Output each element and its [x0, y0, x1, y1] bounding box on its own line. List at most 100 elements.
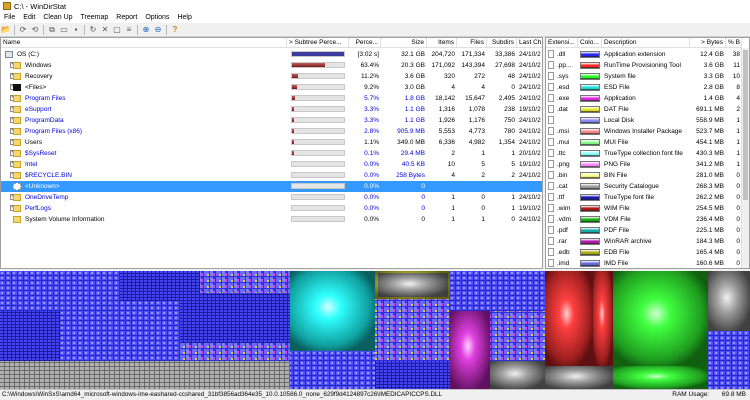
treemap-block[interactable]	[593, 271, 613, 366]
tree-col-header[interactable]: > Subtree Perce...	[287, 38, 349, 48]
extension-row[interactable]: .cat Security Catalogue 268.3 MB 0	[546, 181, 742, 192]
extension-col-header[interactable]: % B	[726, 38, 742, 48]
treemap-block-sys[interactable]	[613, 271, 708, 366]
open-icon[interactable]: 📂	[1, 25, 11, 35]
delete-recycle-icon[interactable]: ▢	[112, 25, 122, 35]
menu-treemap[interactable]: Treemap	[77, 14, 113, 21]
extension-row[interactable]: .ttf TrueType font file 262.2 MB 0	[546, 192, 742, 203]
treemap-block[interactable]	[200, 271, 290, 293]
tree-col-header[interactable]: Last Ch	[517, 38, 542, 48]
extension-row[interactable]: .rar WinRAR archive 184.3 MB 0	[546, 236, 742, 247]
tree-row[interactable]: +Users1.1%349.0 MB6,3364,9821,35424/10/2	[1, 137, 542, 148]
zoom-out-icon[interactable]: ⊖	[153, 25, 163, 35]
extension-row[interactable]: .png PNG File 341.2 MB 1	[546, 159, 742, 170]
tree-row[interactable]: +PerfLogs0.0%010119/10/2	[1, 203, 542, 214]
treemap-block-esd[interactable]	[290, 271, 375, 351]
extension-row[interactable]: Local Disk 558.9 MB 1	[546, 115, 742, 126]
treemap-block[interactable]	[180, 293, 290, 343]
delete-icon[interactable]: ✕	[100, 25, 110, 35]
treemap-block-provisioning[interactable]	[545, 271, 593, 366]
treemap-block[interactable]	[0, 361, 290, 389]
treemap-block[interactable]	[378, 273, 448, 297]
tree-row[interactable]: +Program Files5.7%1.8 GB18,14215,6472,49…	[1, 93, 542, 104]
tree-row[interactable]: +Recovery11.2%3.6 GB3202724824/10/2	[1, 71, 542, 82]
menu-help[interactable]: Help	[173, 14, 195, 21]
extension-row[interactable]: .edb EDB File 165.4 MB 0	[546, 247, 742, 258]
tree-cell-subdirs: 1	[511, 205, 515, 212]
extension-description: ESD File	[604, 84, 630, 91]
tree-col-header[interactable]: Subdirs	[487, 38, 517, 48]
extension-row[interactable]: .dat DAT File 691.1 MB 2	[546, 104, 742, 115]
extension-row[interactable]: .wim WIM File 254.5 MB 0	[546, 203, 742, 214]
tree-row[interactable]: +Program Files (x86)2.8%905.9 MB5,5534,7…	[1, 126, 542, 137]
extension-row[interactable]: .sys System file 3.3 GB 10	[546, 71, 742, 82]
properties-icon[interactable]: ≡	[124, 25, 134, 35]
help-icon[interactable]: ?	[170, 25, 180, 35]
menu-edit[interactable]: Edit	[19, 14, 39, 21]
extension-row[interactable]: .esd ESD File 2.8 GB 8	[546, 82, 742, 93]
tree-row[interactable]: <Unknown> 0.0% 0	[1, 181, 542, 192]
tree-col-header[interactable]: Files	[457, 38, 487, 48]
treemap-block[interactable]	[450, 311, 490, 389]
tree-col-header[interactable]: Size	[381, 38, 427, 48]
tree-row[interactable]: +Intel0.0%40.5 KB105519/10/2	[1, 159, 542, 170]
extension-row[interactable]: .pp... RunTime Provisioning Tool 3.6 GB 11	[546, 60, 742, 71]
copy-icon[interactable]: ⧉	[47, 25, 57, 35]
treemap-block[interactable]	[450, 271, 545, 311]
extension-row[interactable]: .exe Application 1.4 GB 4	[546, 93, 742, 104]
treemap[interactable]	[0, 271, 750, 389]
treemap-block[interactable]	[545, 366, 613, 389]
tree-col-header[interactable]: Perce...	[349, 38, 381, 48]
tree-row[interactable]: +eSupport3.3%1.1 GB1,3161,07823819/10/2	[1, 104, 542, 115]
refresh-selected-icon[interactable]: ↻	[88, 25, 98, 35]
treemap-block[interactable]	[708, 271, 750, 331]
extension-row[interactable]: .dll Application extension 12.4 GB 38	[546, 49, 742, 60]
tree-row[interactable]: +$SysReset0.1%29.4 MB21120/10/2	[1, 148, 542, 159]
extension-row[interactable]: .msi Windows Installer Package 523.7 MB 1	[546, 126, 742, 137]
extension-row[interactable]: .vdm VDM File 236.4 MB 0	[546, 214, 742, 225]
tree-row[interactable]: +ProgramData3.3%1.1 GB1,9261,17675024/10…	[1, 115, 542, 126]
menu-options[interactable]: Options	[141, 14, 173, 21]
subtree-bar	[291, 73, 345, 79]
command-prompt-icon[interactable]: ▪	[71, 25, 81, 35]
refresh-icon[interactable]: ⟳	[18, 25, 28, 35]
explorer-icon[interactable]: ▭	[59, 25, 69, 35]
tree-row[interactable]: OS (C:) [3:02 s] 32.1 GB 204,720 171,334 33,3…	[1, 49, 542, 60]
tree-row[interactable]: System Volume Information 0.0% 0 1 1 0 24/10/2	[1, 214, 542, 225]
treemap-block[interactable]	[490, 361, 545, 389]
treemap-block[interactable]	[0, 311, 60, 361]
extension-row[interactable]: .pdf PDF File 225.1 MB 0	[546, 225, 742, 236]
extension-row[interactable]: .bin BIN File 281.0 MB 0	[546, 170, 742, 181]
tree-row[interactable]: +OneDriveTemp0.0%010124/10/2	[1, 192, 542, 203]
extension-scrollbar[interactable]	[741, 48, 749, 268]
treemap-block[interactable]	[708, 331, 750, 389]
treemap-block[interactable]	[290, 351, 375, 389]
extension-col-header[interactable]: Colo...	[578, 38, 602, 48]
tree-col-header[interactable]: Name	[1, 38, 287, 48]
extension-row[interactable]: .mui MUI File 454.1 MB 1	[546, 137, 742, 148]
tree-row[interactable]: +<Files>9.2%3.0 GB44024/10/2	[1, 82, 542, 93]
tree-row[interactable]: +Windows63.4%20.3 GB171,092143,39427,698…	[1, 60, 542, 71]
extension-col-header[interactable]: Description	[602, 38, 690, 48]
extension-row[interactable]: .ttc TrueType collection font file 430.3 M…	[546, 148, 742, 159]
menu-file[interactable]: File	[0, 14, 19, 21]
zoom-in-icon[interactable]: ⊕	[141, 25, 151, 35]
menu-clean-up[interactable]: Clean Up	[39, 14, 76, 21]
menu-report[interactable]: Report	[112, 14, 141, 21]
tree-col-header[interactable]: Items	[427, 38, 457, 48]
treemap-block[interactable]	[613, 366, 708, 389]
tree-row[interactable]: +$RECYCLE.BIN0.0%258 Bytes42224/10/2	[1, 170, 542, 181]
folder-icon	[13, 62, 21, 69]
extension-scrollbar-thumb[interactable]	[743, 50, 748, 200]
extension-bytes: 254.5 MB	[696, 205, 724, 212]
extension-col-header[interactable]: Extensi...	[546, 38, 578, 48]
extension-row[interactable]: .imd IMD File 160.6 MB 0	[546, 258, 742, 268]
refresh-all-icon[interactable]: ⟲	[30, 25, 40, 35]
extension-col-header[interactable]: > Bytes	[690, 38, 726, 48]
treemap-block[interactable]	[375, 361, 450, 389]
treemap-block[interactable]	[60, 301, 180, 361]
treemap-canvas[interactable]	[0, 271, 750, 389]
treemap-block[interactable]	[490, 311, 545, 361]
treemap-block[interactable]	[180, 343, 290, 361]
treemap-block[interactable]	[375, 299, 450, 361]
